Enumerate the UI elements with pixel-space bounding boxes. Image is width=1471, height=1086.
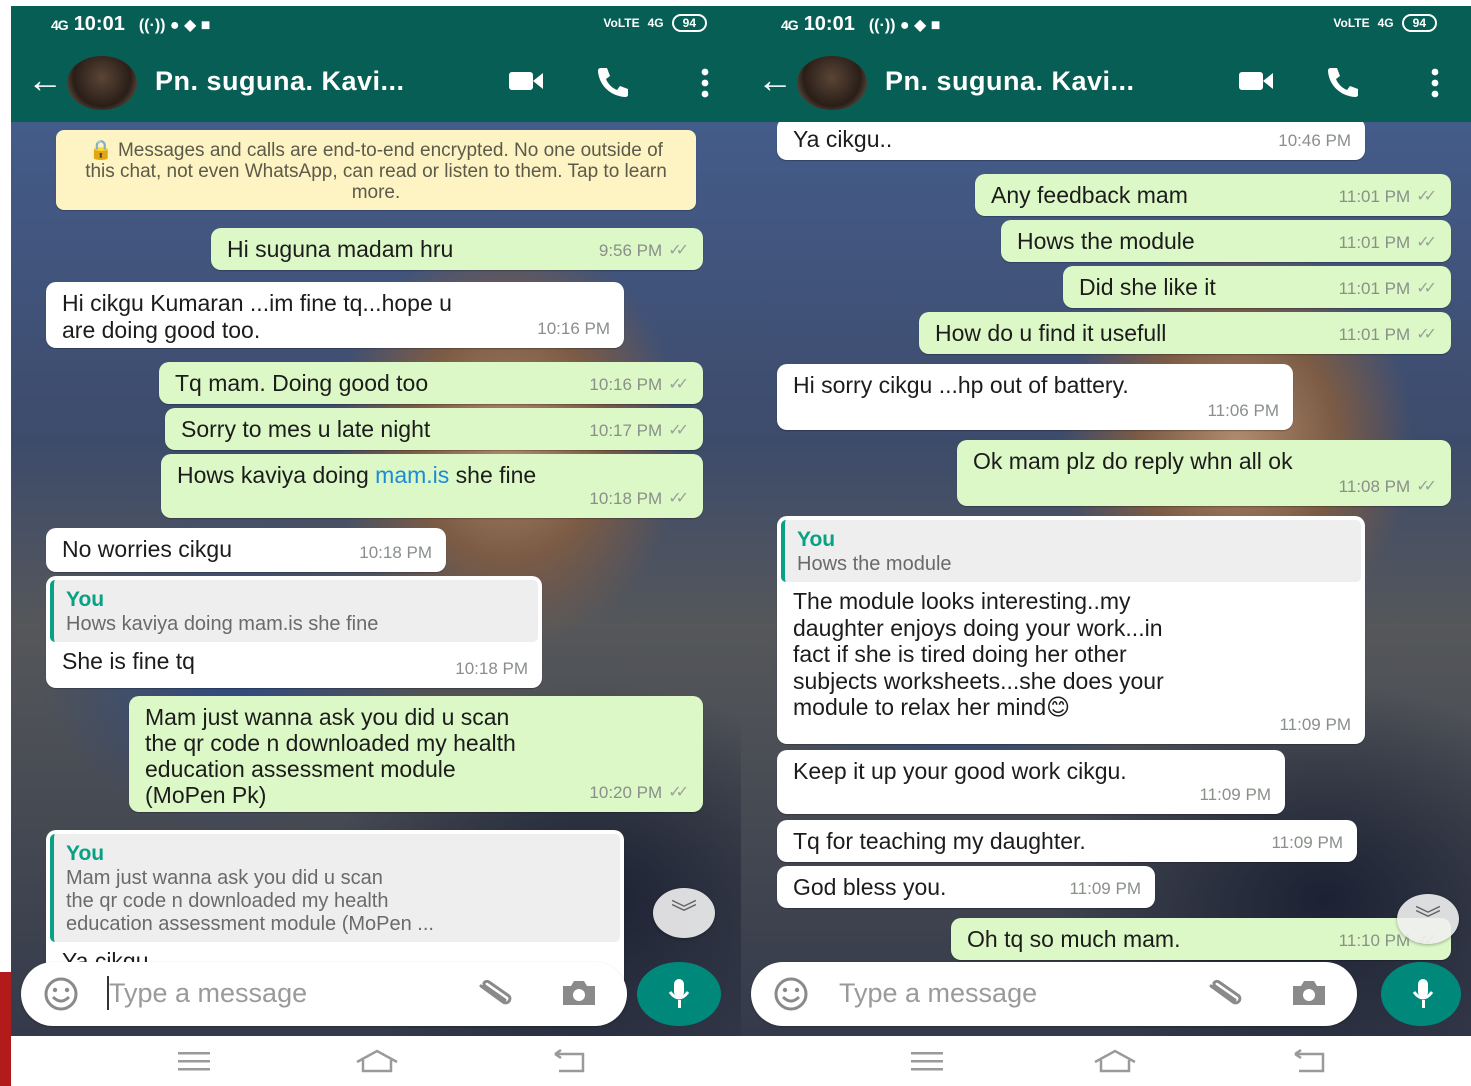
home-icon[interactable] (1091, 1048, 1139, 1074)
more-options-icon[interactable] (1431, 68, 1439, 98)
back-nav-icon[interactable] (551, 1048, 587, 1074)
mic-button[interactable] (637, 962, 721, 1026)
video-call-icon[interactable] (509, 70, 543, 92)
message-outgoing[interactable]: Hows the module 11:01 PM ✓✓ (1001, 220, 1451, 262)
message-incoming-reply[interactable]: You Hows kaviya doing mam.is she fine Sh… (46, 576, 542, 688)
network-label: 4G (1377, 16, 1394, 30)
chat-area[interactable]: Ya cikgu.. 10:46 PM Any feedback mam 11:… (741, 122, 1471, 1036)
message-outgoing[interactable]: Hi suguna madam hru 9:56 PM ✓✓ (211, 228, 703, 270)
left-phone-screenshot: 4G 10:01 ((·)) ● ◆ ■ VoLTE 4G 94 ← Pn. s… (11, 6, 741, 1086)
read-ticks-icon: ✓✓ (1416, 326, 1437, 343)
status-bar: 4G 10:01 ((·)) ● ◆ ■ VoLTE 4G 94 (741, 6, 1471, 44)
message-input-bar[interactable]: Type a message (21, 962, 627, 1026)
volte-label: VoLTE (1333, 16, 1370, 30)
emoji-icon[interactable] (43, 976, 79, 1012)
message-incoming[interactable]: Hi sorry cikgu ...hp out of battery. 11:… (777, 364, 1293, 430)
battery-indicator: 94 (1401, 14, 1437, 32)
message-link[interactable]: mam.is (375, 462, 449, 488)
mic-button[interactable] (1381, 962, 1461, 1026)
mic-icon (668, 979, 690, 1008)
message-input-bar[interactable]: Type a message (751, 962, 1357, 1026)
quoted-message[interactable]: You Mam just wanna ask you did u scan th… (50, 834, 620, 942)
signal-label: 4G (51, 16, 69, 33)
volte-label: VoLTE (603, 16, 640, 30)
quoted-message[interactable]: You Hows the module (781, 520, 1361, 582)
message-incoming[interactable]: Keep it up your good work cikgu. 11:09 P… (777, 750, 1285, 814)
chat-header: ← Pn. suguna. Kavi... (11, 44, 741, 122)
camera-icon[interactable] (559, 978, 599, 1008)
message-input[interactable]: Type a message (839, 978, 1037, 1009)
status-icons: ((·)) ● ◆ ■ (138, 16, 211, 34)
contact-name[interactable]: Pn. suguna. Kavi... (155, 66, 405, 97)
back-arrow-icon[interactable]: ← (27, 62, 63, 98)
read-ticks-icon: ✓✓ (1416, 188, 1437, 205)
scroll-down-icon[interactable]: ︾ (653, 888, 715, 938)
attach-icon[interactable] (1205, 978, 1245, 1008)
quoted-message[interactable]: You Hows kaviya doing mam.is she fine (50, 580, 538, 642)
message-incoming[interactable]: God bless you. 11:09 PM (777, 866, 1155, 908)
home-icon[interactable] (353, 1048, 401, 1074)
message-outgoing[interactable]: Oh tq so much mam. 11:10 PM✓✓ (951, 918, 1451, 960)
camera-icon[interactable] (1289, 978, 1329, 1008)
message-incoming[interactable]: Hi cikgu Kumaran ...im fine tq...hope u … (46, 282, 624, 348)
status-bar: 4G 10:01 ((·)) ● ◆ ■ VoLTE 4G 94 (11, 6, 741, 44)
message-outgoing[interactable]: Hows kaviya doing mam.is she fine 10:18 … (161, 454, 703, 518)
chat-header: ← Pn. suguna. Kavi... (741, 44, 1471, 122)
message-outgoing[interactable]: Did she like it 11:01 PM ✓✓ (1063, 266, 1451, 308)
back-nav-icon[interactable] (1291, 1048, 1327, 1074)
read-ticks-icon: ✓✓ (1416, 280, 1437, 297)
message-outgoing[interactable]: Any feedback mam 11:01 PM ✓✓ (975, 174, 1451, 216)
video-call-icon[interactable] (1239, 70, 1273, 92)
message-outgoing[interactable]: How do u find it usefull 11:01 PM ✓✓ (919, 312, 1451, 354)
system-nav-bar (11, 1036, 741, 1086)
voice-call-icon[interactable] (595, 66, 631, 98)
contact-avatar[interactable] (67, 56, 137, 110)
menu-icon[interactable] (909, 1048, 945, 1074)
message-incoming-reply[interactable]: You Hows the module The module looks int… (777, 516, 1365, 744)
read-ticks-icon: ✓✓ (1416, 478, 1437, 495)
message-input[interactable]: Type a message (109, 978, 307, 1009)
back-arrow-icon[interactable]: ← (757, 62, 793, 98)
read-ticks-icon: ✓✓ (668, 784, 689, 801)
read-ticks-icon: ✓✓ (668, 376, 689, 393)
contact-name[interactable]: Pn. suguna. Kavi... (885, 66, 1135, 97)
status-time: 10:01 (803, 13, 855, 35)
read-ticks-icon: ✓✓ (668, 490, 689, 507)
mic-icon (1412, 979, 1434, 1008)
status-time: 10:01 (73, 13, 125, 35)
read-ticks-icon: ✓✓ (668, 242, 689, 259)
message-outgoing[interactable]: Sorry to mes u late night 10:17 PM ✓✓ (165, 408, 703, 450)
system-nav-bar (741, 1036, 1471, 1086)
right-phone-screenshot: 4G 10:01 ((·)) ● ◆ ■ VoLTE 4G 94 ← Pn. s… (741, 6, 1471, 1086)
message-incoming[interactable]: Ya cikgu.. 10:46 PM (777, 122, 1365, 160)
message-outgoing[interactable]: Ok mam plz do reply whn all ok 11:08 PM ✓… (957, 440, 1451, 506)
status-icons: ((·)) ● ◆ ■ (868, 16, 941, 34)
message-incoming[interactable]: No worries cikgu 10:18 PM (46, 528, 446, 572)
message-outgoing[interactable]: Tq mam. Doing good too 10:16 PM ✓✓ (159, 362, 703, 404)
battery-indicator: 94 (671, 14, 707, 32)
red-edge-strip (0, 972, 11, 1086)
more-options-icon[interactable] (701, 68, 709, 98)
emoji-icon[interactable] (773, 976, 809, 1012)
read-ticks-icon: ✓✓ (668, 422, 689, 439)
encryption-notice[interactable]: 🔒 Messages and calls are end-to-end encr… (56, 130, 696, 210)
signal-label: 4G (781, 16, 799, 33)
chat-area[interactable]: 🔒 Messages and calls are end-to-end encr… (11, 122, 741, 1036)
contact-avatar[interactable] (797, 56, 867, 110)
voice-call-icon[interactable] (1325, 66, 1361, 98)
message-incoming[interactable]: Tq for teaching my daughter. 11:09 PM (777, 820, 1357, 862)
network-label: 4G (647, 16, 664, 30)
attach-icon[interactable] (475, 978, 515, 1008)
menu-icon[interactable] (176, 1048, 212, 1074)
scroll-down-icon[interactable]: ︾ (1397, 894, 1459, 944)
read-ticks-icon: ✓✓ (1416, 234, 1437, 251)
message-outgoing[interactable]: Mam just wanna ask you did u scan the qr… (129, 696, 703, 812)
